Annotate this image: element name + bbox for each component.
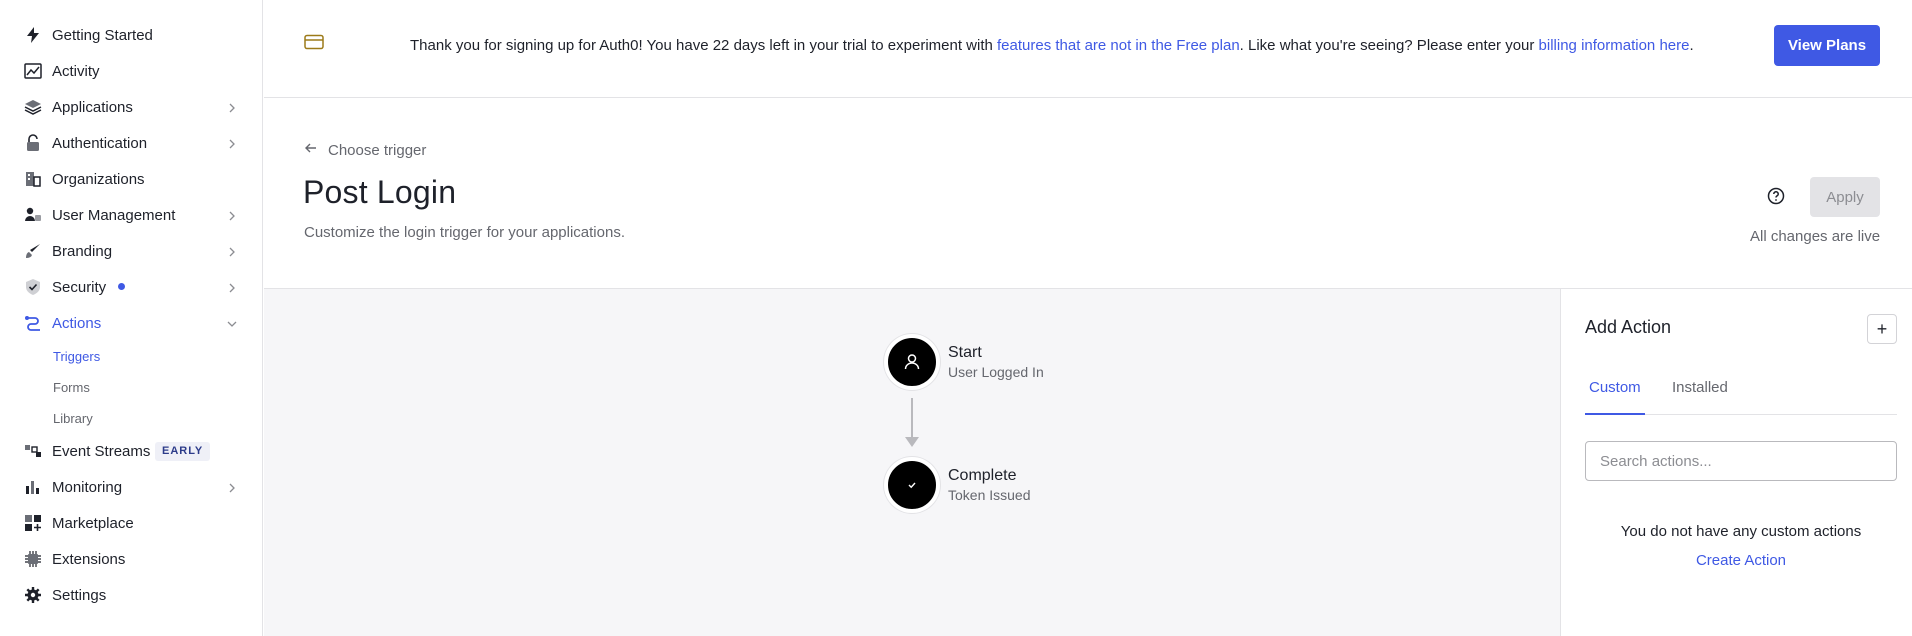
- start-node[interactable]: Start User Logged In: [884, 334, 1044, 390]
- action-tabs: Custom Installed: [1585, 379, 1897, 415]
- lightning-icon: [24, 26, 42, 44]
- sidebar: Getting Started Activity Applications Au…: [0, 0, 263, 636]
- live-status: All changes are live: [1750, 228, 1881, 245]
- stream-icon: [24, 442, 42, 460]
- sidebar-item-settings[interactable]: Settings: [0, 578, 262, 612]
- back-link-label: Choose trigger: [328, 141, 427, 159]
- arrow-left-icon: [304, 141, 318, 159]
- early-badge: EARLY: [155, 442, 211, 461]
- bar-chart-icon: [24, 478, 42, 496]
- tab-custom[interactable]: Custom: [1585, 379, 1645, 415]
- sidebar-item-activity[interactable]: Activity: [0, 54, 262, 88]
- view-plans-button[interactable]: View Plans: [1774, 25, 1880, 66]
- chevron-right-icon: [226, 245, 238, 257]
- panel-title: Add Action: [1585, 317, 1672, 337]
- sidebar-item-label: Event Streams: [52, 442, 151, 460]
- shield-icon: [24, 278, 42, 296]
- page-title: Post Login: [303, 174, 457, 210]
- sidebar-item-label: User Management: [52, 206, 176, 224]
- choose-trigger-back-link[interactable]: Choose trigger: [304, 141, 426, 159]
- sidebar-item-label: Actions: [52, 314, 102, 332]
- gear-icon: [24, 586, 42, 604]
- apply-button[interactable]: Apply: [1810, 177, 1880, 217]
- sidebar-item-label: Organizations: [52, 170, 145, 188]
- arrow-down-icon: [905, 437, 919, 447]
- layers-icon: [24, 98, 42, 116]
- building-icon: [24, 170, 42, 188]
- sidebar-item-label: Applications: [52, 98, 133, 116]
- complete-node-title: Complete: [948, 467, 1017, 484]
- tab-installed[interactable]: Installed: [1672, 379, 1728, 415]
- sidebar-item-user-management[interactable]: User Management: [0, 198, 262, 232]
- user-icon: [884, 334, 940, 390]
- flow-icon: [24, 314, 42, 332]
- sidebar-item-authentication[interactable]: Authentication: [0, 126, 262, 160]
- chevron-right-icon: [226, 481, 238, 493]
- start-node-title: Start: [948, 344, 982, 361]
- chevron-right-icon: [226, 137, 238, 149]
- sidebar-item-organizations[interactable]: Organizations: [0, 162, 262, 196]
- sidebar-subitem-forms[interactable]: Forms: [53, 380, 90, 395]
- free-plan-features-link[interactable]: features that are not in the Free plan: [997, 37, 1240, 54]
- create-action-link[interactable]: Create Action: [1585, 552, 1897, 569]
- sidebar-item-label: Branding: [52, 242, 113, 260]
- lock-icon: [24, 134, 42, 152]
- sidebar-item-label: Authentication: [52, 134, 148, 152]
- sidebar-item-event-streams[interactable]: Event Streams EARLY: [0, 434, 262, 468]
- complete-node-subtitle: Token Issued: [948, 487, 1031, 503]
- add-action-panel: Add Action + Custom Installed You do not…: [1560, 288, 1912, 636]
- chevron-right-icon: [226, 281, 238, 293]
- brush-icon: [24, 242, 42, 260]
- sidebar-item-label: Activity: [52, 62, 100, 80]
- chevron-right-icon: [226, 209, 238, 221]
- sidebar-item-label: Monitoring: [52, 478, 123, 496]
- check-icon: [884, 457, 940, 513]
- sidebar-item-label: Extensions: [52, 550, 126, 568]
- chip-icon: [24, 550, 42, 568]
- sidebar-item-getting-started[interactable]: Getting Started: [0, 18, 262, 52]
- sidebar-item-marketplace[interactable]: Marketplace: [0, 506, 262, 540]
- sidebar-item-extensions[interactable]: Extensions: [0, 542, 262, 576]
- start-node-subtitle: User Logged In: [948, 364, 1044, 380]
- trial-banner: Thank you for signing up for Auth0! You …: [264, 0, 1912, 98]
- sidebar-item-label: Security: [52, 278, 107, 296]
- sidebar-item-label: Settings: [52, 586, 107, 604]
- flow-connector: [911, 398, 913, 438]
- sidebar-item-branding[interactable]: Branding: [0, 234, 262, 268]
- sidebar-item-label: Marketplace: [52, 514, 134, 532]
- sidebar-item-actions[interactable]: Actions: [0, 306, 262, 340]
- billing-information-link[interactable]: billing information here: [1539, 37, 1690, 54]
- notification-dot: [118, 283, 125, 290]
- grid-plus-icon: [24, 514, 42, 532]
- sidebar-item-applications[interactable]: Applications: [0, 90, 262, 124]
- complete-node[interactable]: Complete Token Issued: [884, 457, 1031, 513]
- search-actions-input[interactable]: [1585, 441, 1897, 481]
- empty-state-message: You do not have any custom actions: [1620, 523, 1862, 540]
- credit-card-icon: [304, 34, 324, 50]
- chevron-down-icon: [226, 317, 238, 329]
- chart-line-icon: [24, 62, 42, 80]
- chevron-right-icon: [226, 101, 238, 113]
- sidebar-item-monitoring[interactable]: Monitoring: [0, 470, 262, 504]
- sidebar-subitem-triggers[interactable]: Triggers: [53, 349, 100, 364]
- sidebar-subitem-library[interactable]: Library: [53, 411, 93, 426]
- help-icon[interactable]: [1766, 186, 1786, 206]
- page-subtitle: Customize the login trigger for your app…: [304, 224, 625, 241]
- sidebar-item-label: Getting Started: [52, 26, 153, 44]
- users-icon: [24, 206, 42, 224]
- trial-message: Thank you for signing up for Auth0! You …: [410, 37, 1694, 54]
- sidebar-item-security[interactable]: Security: [0, 270, 262, 304]
- add-action-button[interactable]: +: [1867, 314, 1897, 344]
